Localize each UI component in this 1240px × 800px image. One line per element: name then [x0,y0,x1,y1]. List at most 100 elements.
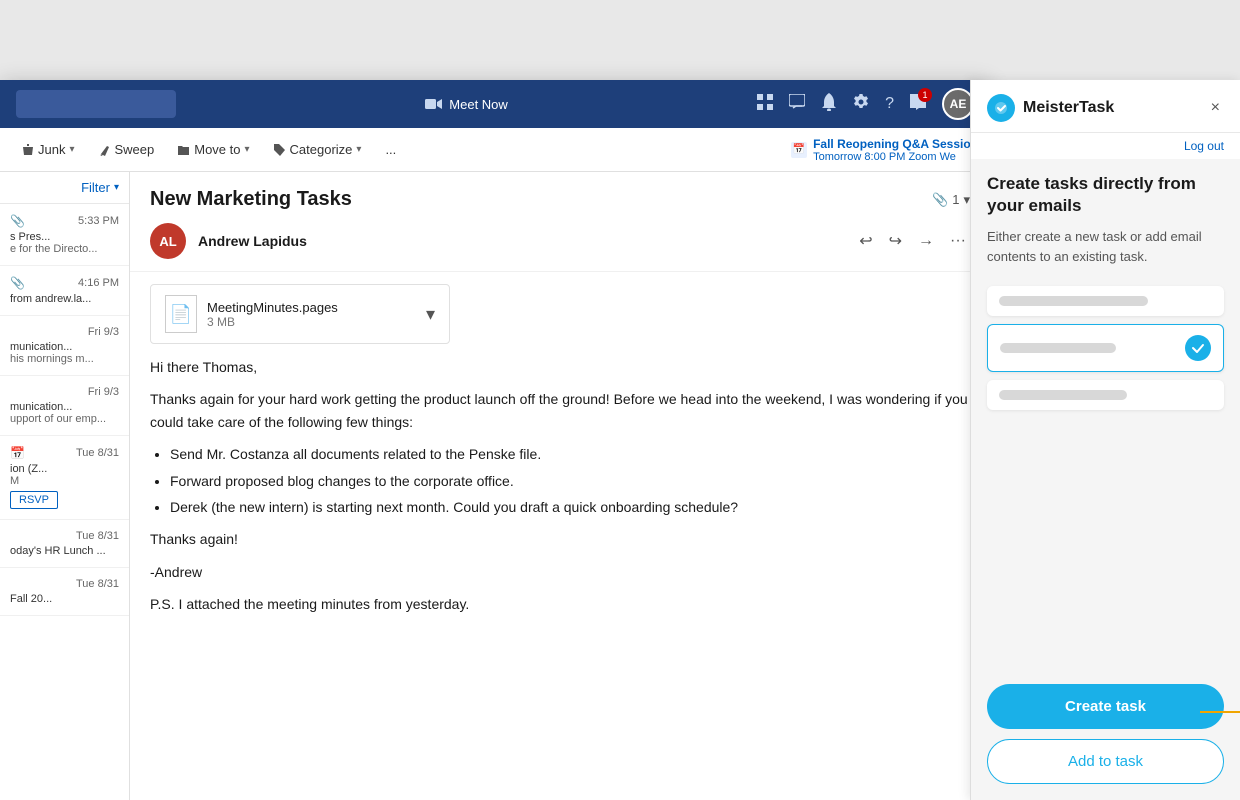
attachment-info: MeetingMinutes.pages 3 MB [207,300,416,329]
email-bullet-3: Derek (the new intern) is starting next … [170,496,970,518]
sender-name: Andrew Lapidus [198,233,843,249]
settings-icon[interactable] [853,94,869,115]
list-item[interactable]: Tue 8/31 Fall 20... [0,568,129,616]
mt-header-left: MeisterTask [987,94,1114,122]
email-bullet-list: Send Mr. Costanza all documents related … [170,443,970,518]
rsvp-button[interactable]: RSVP [10,491,58,509]
feedback-icon[interactable]: 1 [910,94,926,115]
top-bar: Meet Now ? 1 AE [0,80,990,128]
paperclip-icon: 📎 [932,192,948,208]
event-details: Fall Reopening Q&A Session Tomorrow 8:00… [813,137,978,163]
help-icon[interactable]: ? [885,95,894,113]
event-pill[interactable]: 📅 Fall Reopening Q&A Session Tomorrow 8:… [791,137,978,163]
top-bar-left [16,90,176,118]
mt-close-button[interactable]: × [1207,95,1224,121]
email-list-panel: Filter ▾ 📎 5:33 PM s Pres... e for the D… [0,172,130,800]
list-item[interactable]: 📎 5:33 PM s Pres... e for the Directo... [0,204,129,266]
mt-logout-link[interactable]: Log out [971,133,1240,159]
email-greeting: Hi there Thomas, [150,356,970,378]
filter-button[interactable]: Filter ▾ [81,180,119,195]
tag-icon [274,144,286,156]
sender-avatar: AL [150,223,186,259]
junk-button[interactable]: Junk ▾ [12,138,85,161]
placeholder-bar-1 [999,296,1148,306]
email-actions: ↩ ↪ → ··· [855,227,970,255]
move-to-button[interactable]: Move to ▾ [168,138,259,161]
list-item[interactable]: Fri 9/3 munication... upport of our emp.… [0,376,129,436]
meet-now-label: Meet Now [449,97,508,112]
list-item[interactable]: 📅 Tue 8/31 ion (Z... M RSVP [0,436,129,520]
folder-icon [178,144,190,156]
forward-button[interactable]: → [914,228,938,254]
add-to-task-button[interactable]: Add to task [987,739,1224,784]
attachment-badge: 📎 1 ▾ [932,192,970,208]
attachment-expand-button[interactable]: ▾ [426,304,435,325]
meet-now-button[interactable]: Meet Now [425,97,508,112]
email-signature: -Andrew [150,561,970,583]
email-header: New Marketing Tasks 📎 1 ▾ AL Andrew Lapi… [130,172,990,272]
create-task-button[interactable]: Create task [987,684,1224,729]
mt-placeholder-item-2[interactable] [987,324,1224,372]
email-bullet-1: Send Mr. Costanza all documents related … [170,443,970,465]
junk-icon [22,144,34,156]
list-item[interactable]: 📎 4:16 PM from andrew.la... [0,266,129,316]
sweep-icon [99,144,111,156]
meistertask-title: MeisterTask [1023,99,1114,117]
reply-back-button[interactable]: ↪ [885,227,906,255]
mt-placeholder-list [987,286,1224,410]
search-box[interactable] [16,90,176,118]
filter-chevron: ▾ [114,182,119,193]
step-line [1200,711,1240,713]
email-sign-off: Thanks again! [150,528,970,550]
attachment-card: 📄 MeetingMinutes.pages 3 MB ▾ [150,284,450,344]
check-circle-icon [1185,335,1211,361]
attachment-icon: 📎 [10,276,25,290]
move-to-chevron: ▾ [245,144,250,155]
email-items: 📎 5:33 PM s Pres... e for the Directo...… [0,204,129,800]
action-bar: Junk ▾ Sweep Move to ▾ Categorize ▾ ... … [0,128,990,172]
meistertask-logo [987,94,1015,122]
outlook-window: Meet Now ? 1 AE [0,80,990,800]
chat-icon[interactable] [789,94,805,115]
mt-header: MeisterTask × [971,80,1240,133]
categorize-chevron: ▾ [356,144,361,155]
apps-icon[interactable] [757,94,773,115]
email-title: New Marketing Tasks [150,188,352,211]
mt-footer: Create task 4 Add to task [971,672,1240,800]
mt-placeholder-item-1[interactable] [987,286,1224,316]
junk-chevron: ▾ [69,144,74,155]
filter-bar: Filter ▾ [0,172,129,204]
email-body: Hi there Thomas, Thanks again for your h… [130,356,990,800]
bell-icon[interactable] [821,93,837,116]
mt-placeholder-item-3[interactable] [987,380,1224,410]
email-bullet-2: Forward proposed blog changes to the cor… [170,470,970,492]
email-reading-pane: New Marketing Tasks 📎 1 ▾ AL Andrew Lapi… [130,172,990,800]
attachment-size: 3 MB [207,315,416,329]
mt-content: Create tasks directly from your emails E… [971,159,1240,672]
file-icon: 📄 [165,295,197,333]
attachment-icon: 📎 [10,214,25,228]
step-indicator: 4 [1200,690,1240,734]
top-bar-icons: ? 1 AE [757,88,974,120]
content-area: Filter ▾ 📎 5:33 PM s Pres... e for the D… [0,172,990,800]
email-ps: P.S. I attached the meeting minutes from… [150,593,970,615]
placeholder-bar-2 [1000,343,1116,353]
meistertask-panel: MeisterTask × Log out Create tasks direc… [970,80,1240,800]
more-email-actions-button[interactable]: ··· [946,228,970,254]
top-bar-center: Meet Now [425,97,508,112]
placeholder-bar-3 [999,390,1127,400]
video-icon [425,97,443,111]
calendar-icon: 📅 [791,142,807,158]
mt-description: Either create a new task or add email co… [987,227,1224,266]
list-item[interactable]: Tue 8/31 oday's HR Lunch ... [0,520,129,568]
attachment-name: MeetingMinutes.pages [207,300,416,315]
sweep-button[interactable]: Sweep [89,138,165,161]
email-para1: Thanks again for your hard work getting … [150,388,970,433]
event-info: 📅 Fall Reopening Q&A Session Tomorrow 8:… [791,137,978,163]
mt-tagline: Create tasks directly from your emails [987,173,1224,217]
categorize-button[interactable]: Categorize ▾ [264,138,372,161]
list-item[interactable]: Fri 9/3 munication... his mornings m... [0,316,129,376]
reply-all-back-button[interactable]: ↩ [855,227,876,255]
more-button[interactable]: ... [375,138,406,161]
notification-badge: 1 [918,88,932,102]
